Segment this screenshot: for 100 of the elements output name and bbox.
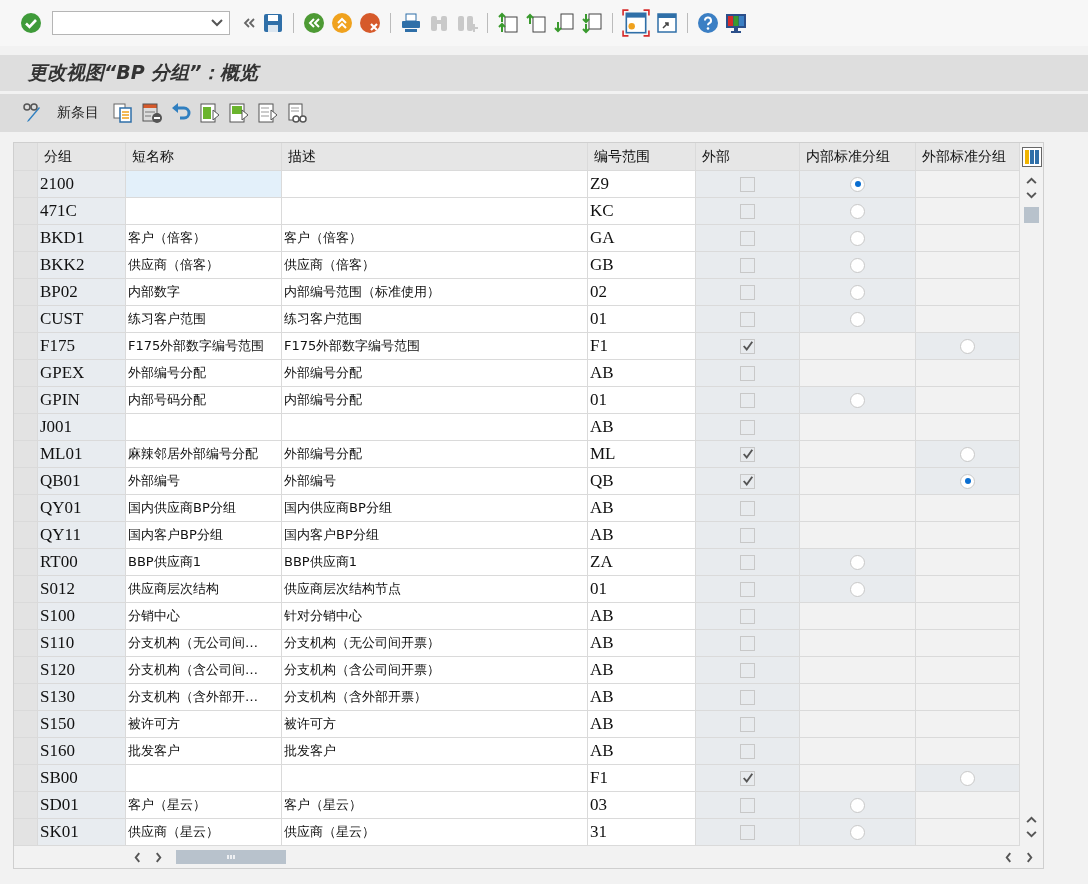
row-selector[interactable] [14, 603, 38, 630]
scroll-left-icon[interactable] [1005, 851, 1012, 863]
checkbox[interactable] [740, 257, 755, 273]
input-cell[interactable]: 外部编号分配 [282, 441, 588, 468]
input-cell[interactable]: 国内客户BP分组 [282, 522, 588, 549]
shortcut-window-icon[interactable] [656, 12, 678, 34]
input-cell[interactable]: 麻辣邻居外部编号分配 [126, 441, 282, 468]
input-cell[interactable]: 被许可方 [126, 711, 282, 738]
input-cell[interactable]: AB [588, 522, 696, 549]
checkbox[interactable] [740, 716, 755, 732]
row-selector[interactable] [14, 657, 38, 684]
checkbox[interactable] [740, 770, 755, 786]
input-cell[interactable]: 客户（倍客） [126, 225, 282, 252]
radio-button[interactable] [850, 554, 865, 570]
input-cell[interactable]: 客户（星云） [126, 792, 282, 819]
row-selector[interactable] [14, 333, 38, 360]
checkbox[interactable] [740, 203, 755, 219]
radio-button[interactable] [960, 473, 975, 489]
select-block-icon[interactable] [228, 102, 250, 124]
input-cell[interactable]: AB [588, 603, 696, 630]
column-header[interactable]: 描述 [282, 143, 588, 171]
checkbox[interactable] [740, 500, 755, 516]
scroll-thumb[interactable] [176, 850, 286, 864]
row-selector[interactable] [14, 198, 38, 225]
row-selector[interactable] [14, 468, 38, 495]
input-cell[interactable]: 分支机构（含公司间… [126, 657, 282, 684]
column-header[interactable]: 外部标准分组 [916, 143, 1020, 171]
input-cell[interactable]: 分支机构（无公司间… [126, 630, 282, 657]
radio-button[interactable] [850, 581, 865, 597]
input-cell[interactable]: 分支机构（含公司间开票） [282, 657, 588, 684]
row-selector[interactable] [14, 549, 38, 576]
radio-button[interactable] [850, 824, 865, 840]
input-cell[interactable]: Z9 [588, 171, 696, 198]
details-icon[interactable] [286, 102, 308, 124]
input-cell[interactable]: 分支机构（无公司间开票） [282, 630, 588, 657]
input-cell[interactable]: 供应商（星云） [126, 819, 282, 846]
row-selector[interactable] [14, 684, 38, 711]
input-cell[interactable]: 内部数字 [126, 279, 282, 306]
new-entries-button[interactable]: 新条目 [51, 101, 105, 125]
row-selector[interactable] [14, 711, 38, 738]
checkbox[interactable] [740, 554, 755, 570]
scroll-down-icon[interactable] [1026, 831, 1037, 838]
checkbox[interactable] [740, 230, 755, 246]
column-header[interactable]: 编号范围 [588, 143, 696, 171]
input-cell[interactable] [126, 414, 282, 441]
row-selector[interactable] [14, 171, 38, 198]
input-cell[interactable]: 批发客户 [126, 738, 282, 765]
checkbox[interactable] [740, 446, 755, 462]
input-cell[interactable]: 国内客户BP分组 [126, 522, 282, 549]
copy-icon[interactable] [112, 102, 134, 124]
input-cell[interactable]: 供应商（倍客） [126, 252, 282, 279]
print-icon[interactable] [400, 12, 422, 34]
input-cell[interactable]: 分支机构（含外部开… [126, 684, 282, 711]
input-cell[interactable]: 被许可方 [282, 711, 588, 738]
radio-button[interactable] [850, 176, 865, 192]
back-icon[interactable] [303, 12, 325, 34]
input-cell[interactable]: 01 [588, 306, 696, 333]
input-cell[interactable]: 内部号码分配 [126, 387, 282, 414]
row-selector[interactable] [14, 630, 38, 657]
save-icon[interactable] [262, 12, 284, 34]
row-selector[interactable] [14, 495, 38, 522]
checkbox[interactable] [740, 176, 755, 192]
radio-button[interactable] [960, 338, 975, 354]
cancel-icon[interactable] [359, 12, 381, 34]
input-cell[interactable]: 供应商（倍客） [282, 252, 588, 279]
input-cell[interactable]: 练习客户范围 [126, 306, 282, 333]
input-cell[interactable]: F175外部数字编号范围 [126, 333, 282, 360]
input-cell[interactable]: 外部编号分配 [282, 360, 588, 387]
input-cell[interactable]: 国内供应商BP分组 [126, 495, 282, 522]
radio-button[interactable] [960, 446, 975, 462]
checkbox[interactable] [740, 365, 755, 381]
checkbox[interactable] [740, 608, 755, 624]
input-cell[interactable]: AB [588, 630, 696, 657]
input-cell[interactable]: AB [588, 684, 696, 711]
radio-button[interactable] [850, 230, 865, 246]
row-selector[interactable] [14, 360, 38, 387]
checkbox[interactable] [740, 689, 755, 705]
input-cell[interactable]: ZA [588, 549, 696, 576]
exit-icon[interactable] [331, 12, 353, 34]
input-cell[interactable] [282, 198, 588, 225]
scroll-up-icon[interactable] [1026, 177, 1037, 184]
input-cell[interactable]: 分支机构（含外部开票） [282, 684, 588, 711]
checkbox[interactable] [740, 473, 755, 489]
checkbox[interactable] [740, 662, 755, 678]
help-icon[interactable] [697, 12, 719, 34]
input-cell[interactable]: AB [588, 414, 696, 441]
column-header[interactable]: 外部 [696, 143, 800, 171]
scroll-up-icon[interactable] [1026, 816, 1037, 823]
row-selector[interactable] [14, 522, 38, 549]
input-cell[interactable]: 练习客户范围 [282, 306, 588, 333]
input-cell[interactable]: 客户（星云） [282, 792, 588, 819]
scroll-right-icon[interactable] [155, 851, 162, 863]
radio-button[interactable] [850, 203, 865, 219]
input-cell[interactable]: 外部编号分配 [126, 360, 282, 387]
input-cell[interactable]: 针对分销中心 [282, 603, 588, 630]
radio-button[interactable] [850, 311, 865, 327]
next-page-icon[interactable] [553, 12, 575, 34]
input-cell[interactable]: ML [588, 441, 696, 468]
column-header[interactable]: 内部标准分组 [800, 143, 916, 171]
row-selector[interactable] [14, 279, 38, 306]
